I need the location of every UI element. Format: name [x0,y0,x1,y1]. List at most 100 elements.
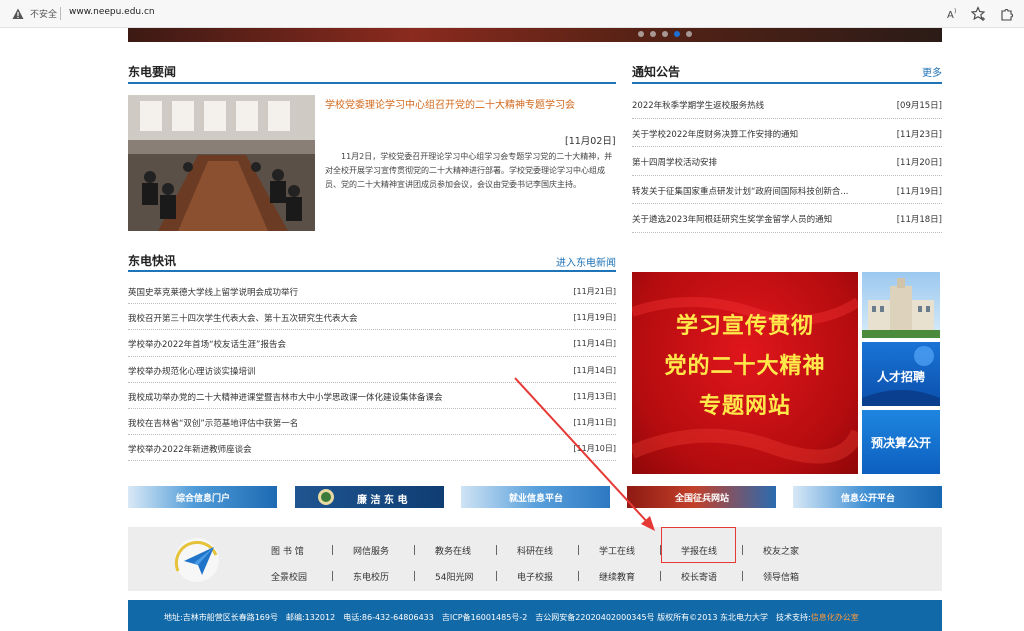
notice-title[interactable]: 2022年秋季学期学生返校服务热线 [632,99,894,111]
notice-item[interactable]: 第十四周学校活动安排 [11月20日] [632,147,942,176]
quick-link-separator [742,545,743,555]
flash-section-title: 东电快讯 [128,254,177,268]
news-date: [11月02日] [565,136,616,147]
flash-title[interactable]: 我校召开第三十四次学生代表大会、第十五次研究生代表大会 [128,312,358,324]
notice-item[interactable]: 2022年秋季学期学生返校服务热线 [09月15日] [632,90,942,119]
notice-title[interactable]: 转发关于征集国家重点研发计划“政府间国际科技创新合... [632,185,894,197]
party-congress-banner[interactable]: 学习宣传贯彻 党的二十大精神 专题网站 [632,272,858,474]
notices-more-link[interactable]: 更多 [922,64,942,79]
warning-icon[interactable] [12,8,24,20]
notices-section-title: 通知公告 [632,65,681,79]
quick-link-separator [332,545,333,555]
news-summary: 11月2日，学校党委召开理论学习中心组学习会专题学习党的二十大精神，并对全校开展… [325,152,613,189]
employment-banner[interactable]: 就业信息平台 [461,486,610,508]
footer-text: 地址:吉林市船营区长春路169号 邮编:132012 电话:86-432-648… [164,612,859,623]
quick-link[interactable]: 学工在线 [599,544,635,557]
flash-title[interactable]: 学校举办2022年新进教师座谈会 [128,443,252,455]
quick-link[interactable]: 54阳光网 [435,570,473,583]
news-section-title: 东电要闻 [128,65,177,79]
notice-item[interactable]: 关于遴选2023年阿根廷研究生奖学金留学人员的通知 [11月18日] [632,204,942,233]
campus-building-tile[interactable] [862,272,940,338]
notice-list: 2022年秋季学期学生返校服务热线 [09月15日] 关于学校2022年度财务决… [632,90,942,233]
flash-item[interactable]: 我校成功举办党的二十大精神进课堂暨吉林市大中小学思政课一体化建设集体备课会 [1… [128,383,616,409]
flash-section-underline [128,270,616,272]
flash-title[interactable]: 我校在吉林省“双创”示范基地评估中获第一名 [128,417,298,429]
disclosure-banner[interactable]: 信息公开平台 [793,486,942,508]
annotation-highlight-box [661,527,736,563]
flash-item[interactable]: 学校举办2022年首场“校友话生涯”报告会 [11月14日] [128,330,616,357]
quick-link[interactable]: 教务在线 [435,544,471,557]
browser-address-bar: 不安全 www.neepu.edu.cn A ) [0,0,1024,28]
notice-title[interactable]: 关于遴选2023年阿根廷研究生奖学金留学人员的通知 [632,213,894,225]
address-url[interactable]: www.neepu.edu.cn [69,7,155,17]
recruit-banner[interactable]: 全国征兵网站 [627,486,776,508]
flash-title[interactable]: 英国史萃克莱德大学线上留学说明会成功举行 [128,286,298,298]
budget-disclosure-tile[interactable]: 预决算公开 [862,410,940,474]
insecure-label[interactable]: 不安全 [30,7,57,20]
news-headline-link[interactable]: 学校党委理论学习中心组召开党的二十大精神专题学习会 [325,96,625,111]
quick-link-separator [578,571,579,581]
talent-recruitment-tile[interactable]: 人才招聘 [862,342,940,406]
flash-item[interactable]: 学校举办规范化心理访谈实操培训 [11月14日] [128,357,616,383]
quick-link-separator [414,571,415,581]
notice-date: [09月15日] [896,101,942,111]
clean-govt-banner-label: 廉 洁 东 电 [357,495,408,506]
quick-link[interactable]: 全景校园 [271,570,307,583]
carousel-dot-active[interactable] [674,31,680,37]
extensions-puzzle-icon[interactable] [999,6,1015,22]
carousel-dots [638,31,692,37]
notice-item[interactable]: 转发关于征集国家重点研发计划“政府间国际科技创新合... [11月19日] [632,176,942,204]
flash-date: [11月11日] [573,417,616,427]
quick-link-separator [414,545,415,555]
quick-link-separator [332,571,333,581]
flash-item[interactable]: 英国史萃克莱德大学线上留学说明会成功举行 [11月21日] [128,278,616,305]
talent-tile-label: 人才招聘 [876,370,925,384]
flash-date: [11月10日] [573,444,616,454]
hero-carousel[interactable] [128,28,942,42]
notice-title[interactable]: 第十四周学校活动安排 [632,156,894,168]
quick-link-separator [496,545,497,555]
budget-tile-label: 预决算公开 [870,436,931,450]
notice-date: [11月19日] [896,186,942,197]
flash-title[interactable]: 学校举办规范化心理访谈实操培训 [128,365,256,377]
quick-link[interactable]: 校长寄语 [681,570,717,583]
notice-item[interactable]: 关于学校2022年度财务决算工作安排的通知 [11月23日] [632,119,942,147]
quick-link[interactable]: 图 书 馆 [271,544,304,557]
carousel-dot[interactable] [686,31,692,37]
carousel-dot[interactable] [650,31,656,37]
quick-link[interactable]: 科研在线 [517,544,553,557]
employment-banner-label: 就业信息平台 [509,494,564,504]
read-aloud-icon[interactable]: A ) [945,6,961,22]
quick-link[interactable]: 继续教育 [599,570,635,583]
paper-plane-logo-icon [174,538,219,582]
quick-link[interactable]: 网信服务 [353,544,389,557]
footer-info: 地址:吉林市船营区长春路169号 邮编:132012 电话:86-432-648… [164,613,811,622]
notice-title[interactable]: 关于学校2022年度财务决算工作安排的通知 [632,128,894,140]
banner-line-1: 学习宣传贯彻 [675,314,814,339]
carousel-dot[interactable] [638,31,644,37]
news-feature-photo[interactable] [128,95,315,231]
favorites-star-icon[interactable] [971,6,987,22]
flash-item[interactable]: 我校在吉林省“双创”示范基地评估中获第一名 [11月11日] [128,409,616,436]
banner-line-3: 专题网站 [698,394,791,419]
flash-title[interactable]: 学校举办2022年首场“校友话生涯”报告会 [128,338,286,350]
portal-banner[interactable]: 综合信息门户 [128,486,277,508]
flash-title[interactable]: 我校成功举办党的二十大精神进课堂暨吉林市大中小学思政课一体化建设集体备课会 [128,391,443,403]
flash-date: [11月19日] [573,313,616,323]
carousel-dot[interactable] [662,31,668,37]
banner-line-2: 党的二十大精神 [664,354,826,379]
svg-text:A: A [947,10,954,21]
quick-link[interactable]: 领导信箱 [763,570,799,583]
flash-item[interactable]: 学校举办2022年新进教师座谈会 [11月10日] [128,435,616,462]
disclosure-banner-label: 信息公开平台 [841,494,896,504]
quick-link[interactable]: 电子校报 [517,570,553,583]
footer-support-link[interactable]: 信息化办公室 [811,613,859,622]
flash-item[interactable]: 我校召开第三十四次学生代表大会、第十五次研究生代表大会 [11月19日] [128,304,616,331]
clean-govt-banner[interactable]: 廉 洁 东 电 [295,486,444,508]
quick-link-separator [660,571,661,581]
flash-news-list: 英国史萃克莱德大学线上留学说明会成功举行 [11月21日] 我校召开第三十四次学… [128,278,616,462]
quick-link[interactable]: 校友之家 [763,544,799,557]
flash-more-link[interactable]: 进入东电新闻 [556,254,616,269]
flash-date: [11月14日] [573,365,616,375]
quick-link[interactable]: 东电校历 [353,570,389,583]
